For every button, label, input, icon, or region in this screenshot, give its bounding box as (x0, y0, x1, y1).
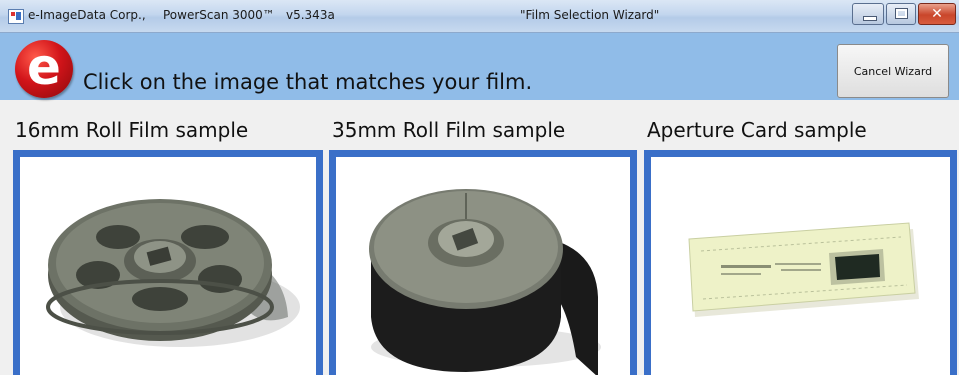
cancel-wizard-button[interactable]: Cancel Wizard (837, 44, 949, 98)
company-name: e-ImageData Corp., (28, 8, 146, 22)
sample-card-35mm[interactable] (329, 150, 637, 375)
reel-35mm-image (369, 189, 601, 375)
sample-label-16mm: 16mm Roll Film sample (15, 118, 249, 142)
close-icon: ✕ (931, 6, 943, 22)
product-name: PowerScan 3000™ (163, 8, 275, 22)
sample-label-aperture: Aperture Card sample (647, 118, 867, 142)
window-title: "Film Selection Wizard" (520, 8, 660, 22)
maximize-icon (895, 8, 908, 19)
minimize-button[interactable] (852, 3, 884, 25)
sample-card-16mm[interactable] (13, 150, 323, 375)
version-label: v5.343a (286, 8, 335, 22)
logo-letter: e (27, 38, 61, 96)
sample-card-aperture[interactable] (644, 150, 957, 375)
maximize-button[interactable] (886, 3, 916, 25)
close-button[interactable]: ✕ (918, 3, 956, 25)
app-icon[interactable] (8, 9, 24, 24)
minimize-icon (863, 16, 877, 21)
aperture-card-image (688, 222, 919, 317)
title-bar: e-ImageData Corp., PowerScan 3000™ v5.34… (0, 0, 959, 33)
instruction-text: Click on the image that matches your fil… (83, 70, 533, 94)
reel-16mm-image (46, 199, 300, 347)
company-logo: e (15, 40, 73, 98)
sample-label-35mm: 35mm Roll Film sample (332, 118, 566, 142)
